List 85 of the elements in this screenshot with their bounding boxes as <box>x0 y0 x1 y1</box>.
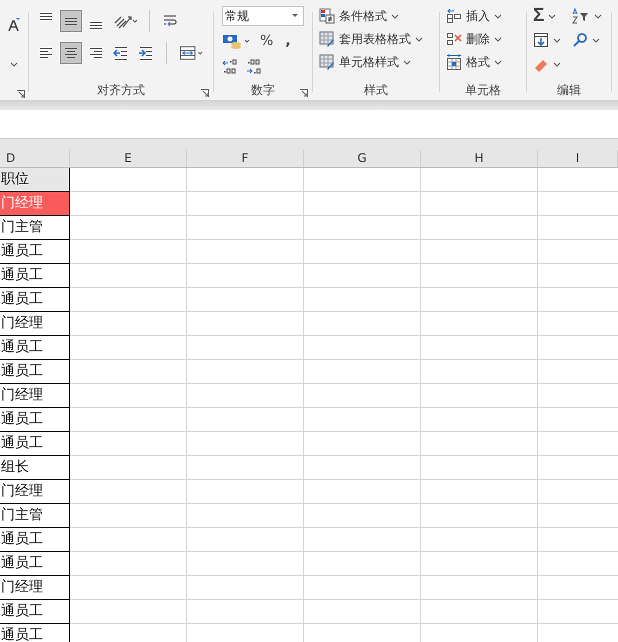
money-icon <box>222 33 252 49</box>
decrease-indent-icon <box>113 45 129 61</box>
column-header[interactable]: F <box>187 150 304 167</box>
column-header[interactable]: G <box>304 150 421 167</box>
table-cell: 通员工 <box>0 288 70 312</box>
table-cell: 门经理 <box>0 192 70 216</box>
table-cell: 通员工 <box>0 600 70 624</box>
table-cell: 通员工 <box>0 264 70 288</box>
column-header[interactable]: I <box>538 150 618 167</box>
increase-decimal-button[interactable] <box>222 59 238 75</box>
align-middle-icon <box>65 18 77 24</box>
comma-style-button[interactable]: , <box>281 33 295 49</box>
table-brush-icon <box>319 54 335 70</box>
column-header[interactable]: D <box>0 150 70 167</box>
caret-icon <box>548 14 556 18</box>
caret-icon <box>553 62 561 66</box>
decimal-arrow-icon <box>222 59 238 75</box>
align-right-icon <box>88 45 104 61</box>
styles-menu-button[interactable]: 套用表格格式 <box>319 29 433 49</box>
format-cells-icon <box>446 54 462 70</box>
cells-menu-button[interactable]: 删除 <box>446 29 520 49</box>
table-cell: 通员工 <box>0 408 70 432</box>
merge-cells-icon <box>178 45 204 61</box>
caret-icon <box>391 14 399 18</box>
table-cell: 通员工 <box>0 624 70 642</box>
delete-cells-icon <box>446 31 462 47</box>
table-cell: 门主管 <box>0 504 70 528</box>
font-color-icon[interactable] <box>8 18 20 32</box>
table-cell: 门经理 <box>0 384 70 408</box>
table-cell: 门经理 <box>0 576 70 600</box>
caret-icon <box>592 38 600 42</box>
dialog-launcher-icon[interactable] <box>201 89 209 97</box>
align-center-icon <box>63 45 79 61</box>
conditional-format-icon <box>319 8 335 24</box>
group-label: 样式 <box>364 82 388 98</box>
caret-icon[interactable] <box>10 62 18 67</box>
number-format-dropdown[interactable]: 常规 <box>222 6 304 26</box>
dialog-launcher-icon[interactable] <box>300 89 308 97</box>
table-cell: 职位 <box>0 168 70 192</box>
decrease-decimal-button[interactable] <box>246 59 262 75</box>
fill-down-icon <box>533 32 549 48</box>
table-brush-icon <box>319 31 335 47</box>
table-cell: 通员工 <box>0 552 70 576</box>
increase-indent-icon <box>138 45 154 61</box>
search-icon <box>572 32 588 48</box>
styles-menu-button[interactable]: 单元格样式 <box>319 52 433 72</box>
percent-button[interactable]: % <box>260 33 274 49</box>
table-cell: 通员工 <box>0 360 70 384</box>
styles-menu-button[interactable]: 条件格式 <box>319 6 433 26</box>
insert-cells-icon <box>446 8 462 24</box>
table-cell: 门经理 <box>0 480 70 504</box>
align-button[interactable] <box>60 10 82 32</box>
column-header[interactable]: E <box>70 150 187 167</box>
caret-icon <box>553 38 561 42</box>
column-header[interactable]: H <box>421 150 538 167</box>
table-cell: 通员工 <box>0 240 70 264</box>
caret-icon <box>415 36 423 42</box>
table-cell: 门主管 <box>0 216 70 240</box>
caret-icon <box>403 60 411 64</box>
accounting-format-button[interactable] <box>222 33 252 49</box>
group-label: 单元格 <box>465 82 501 98</box>
group-label: 数字 <box>251 82 275 98</box>
table-cell: 通员工 <box>0 432 70 456</box>
decimal-arrow-icon <box>246 59 262 75</box>
wrap-text-icon <box>162 13 178 29</box>
align-button[interactable] <box>60 42 82 64</box>
align-left-icon <box>38 45 54 61</box>
align-top-icon <box>40 13 52 20</box>
caret-icon <box>494 60 502 64</box>
table-cell: 通员工 <box>0 528 70 552</box>
table-cell: 门经理 <box>0 312 70 336</box>
group-label: 对齐方式 <box>97 82 145 98</box>
cells-menu-button[interactable]: 格式 <box>446 52 520 72</box>
dialog-launcher-icon[interactable] <box>17 90 25 98</box>
table-cell: 组长 <box>0 456 70 480</box>
group-label: 编辑 <box>557 82 581 98</box>
align-bottom-icon <box>90 22 102 29</box>
caret-icon <box>494 36 502 42</box>
caret-icon <box>594 14 602 18</box>
cells-menu-button[interactable]: 插入 <box>446 6 520 26</box>
dropdown-arrow-icon <box>292 14 298 18</box>
sort-filter-icon <box>572 8 590 24</box>
autosum-button[interactable]: Σ <box>533 6 564 26</box>
caret-icon <box>494 14 502 18</box>
table-cell: 通员工 <box>0 336 70 360</box>
